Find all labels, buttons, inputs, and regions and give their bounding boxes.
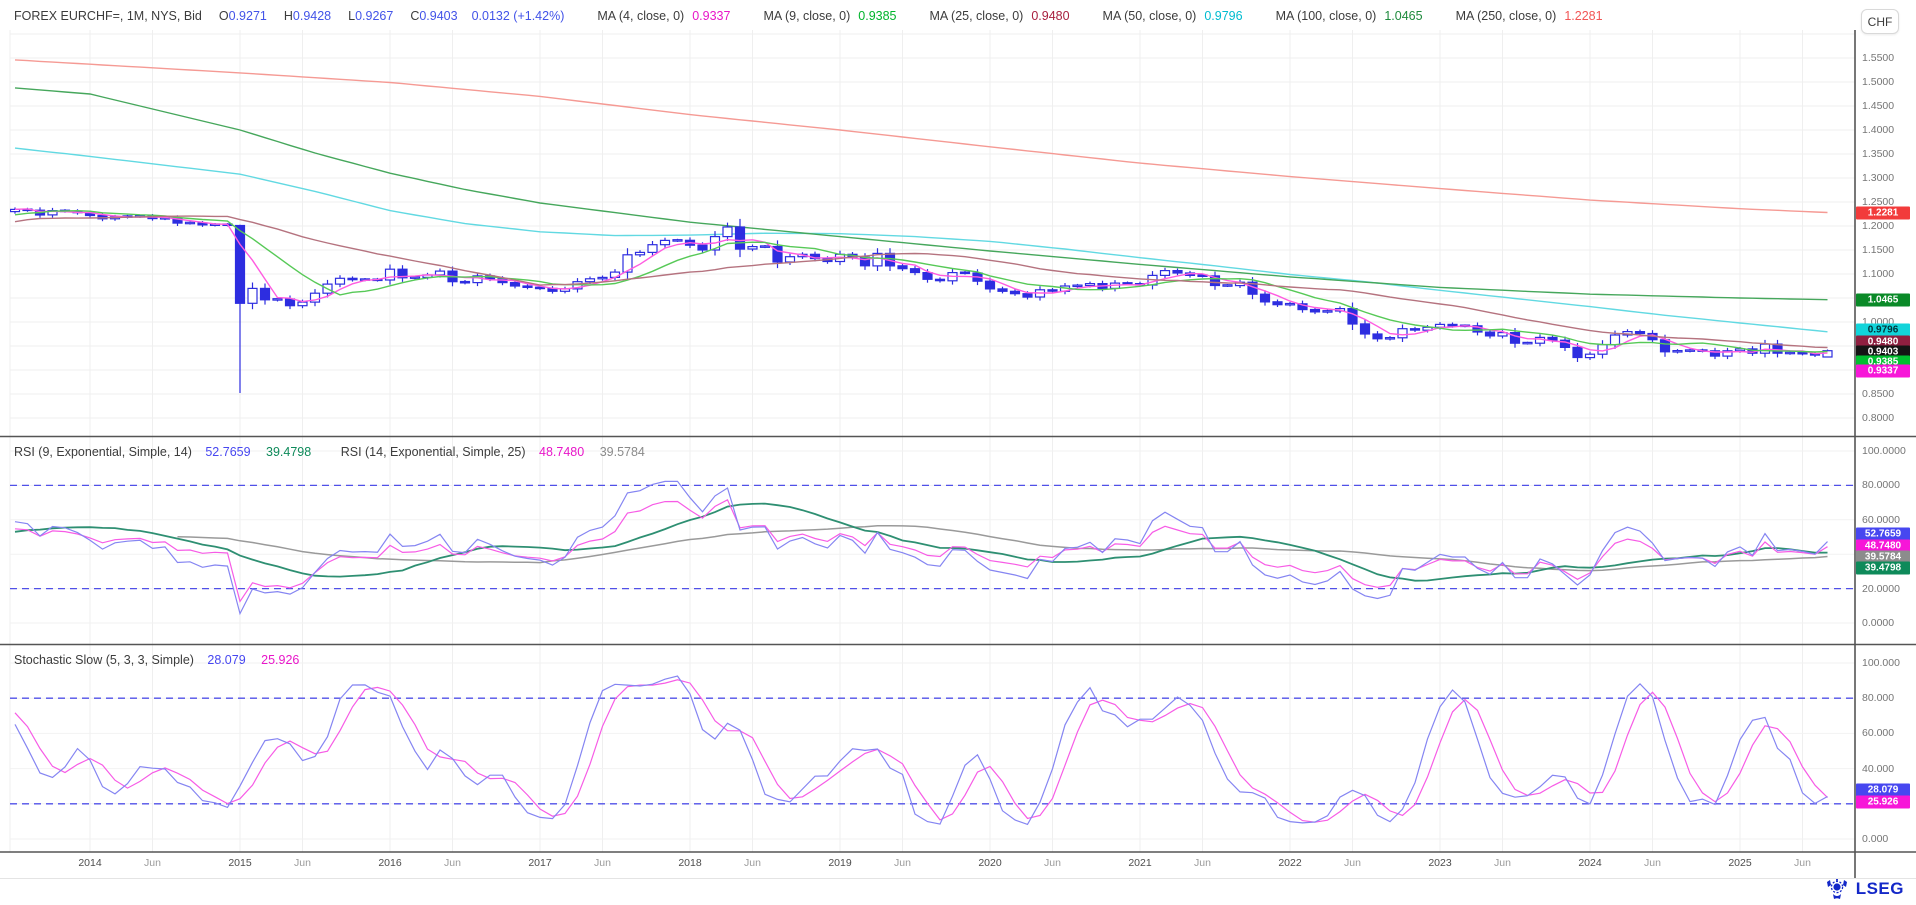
rsi-axis-label: 80.0000 [1862,479,1900,491]
time-axis-jun: Jun [594,857,611,869]
stoch-axis-label: 100.000 [1862,657,1900,669]
ma-legend-item: MA (50, close, 0) 0.9796 [1100,9,1243,23]
rsi-axis-label: 100.0000 [1862,445,1906,457]
price-axis-label: 1.4000 [1862,124,1894,136]
stoch-label: Stochastic Slow (5, 3, 3, Simple) [14,653,194,667]
price-badge: 1.2281 [1856,207,1910,220]
time-axis-jun: Jun [444,857,461,869]
ma-legend-value: 0.9385 [858,9,896,23]
time-axis-year: 2019 [828,857,851,869]
price-axis-label: 1.3000 [1862,172,1894,184]
rsi14-label: RSI (14, Exponential, Simple, 25) [341,445,526,459]
time-axis-year: 2017 [528,857,551,869]
time-axis-year: 2016 [378,857,401,869]
instrument-title: FOREX EURCHF=, 1M, NYS, Bid [14,9,202,23]
time-axis-jun: Jun [294,857,311,869]
ma-legend: MA (4, close, 0) 0.9337 MA (9, close, 0) 0.… [564,9,1602,23]
net-change: 0.0132 (+1.42%) [472,9,565,23]
rsi-panel-title: RSI (9, Exponential, Simple, 14) 52.7659… [14,445,657,459]
rsi14-ma-value: 39.5784 [600,445,645,459]
ma-legend-value: 1.0465 [1384,9,1422,23]
chart-header: FOREX EURCHF=, 1M, NYS, Bid O0.9271 H0.9… [14,7,1603,25]
price-axis-label: 1.5500 [1862,52,1894,64]
ma-legend-value: 0.9337 [692,9,730,23]
ma-legend-label: MA (50, close, 0) [1103,9,1197,23]
time-axis-year: 2015 [228,857,251,869]
time-axis-year: 2021 [1128,857,1151,869]
stoch-panel-title: Stochastic Slow (5, 3, 3, Simple) 28.079… [14,653,311,667]
rsi-axis-label: 0.0000 [1862,617,1894,629]
time-axis-year: 2022 [1278,857,1301,869]
chart-window: FOREX EURCHF=, 1M, NYS, Bid O0.9271 H0.9… [0,0,1916,905]
rsi-axis-label: 20.0000 [1862,583,1900,595]
time-axis-jun: Jun [1194,857,1211,869]
time-axis-jun: Jun [894,857,911,869]
price-axis-label: 1.1000 [1862,268,1894,280]
ohlc-open: O0.9271 [216,9,267,23]
ma-legend-label: MA (100, close, 0) [1276,9,1377,23]
stoch-axis-label: 60.000 [1862,727,1894,739]
price-badge: 1.0465 [1856,294,1910,307]
rsi-axis-label: 60.0000 [1862,514,1900,526]
ma-legend-item: MA (100, close, 0) 1.0465 [1273,9,1423,23]
price-axis-label: 1.1500 [1862,244,1894,256]
lseg-crest-icon [1824,878,1850,900]
ma-legend-label: MA (9, close, 0) [763,9,850,23]
price-axis-label: 1.2000 [1862,220,1894,232]
time-axis-year: 2023 [1428,857,1451,869]
time-axis-year: 2025 [1728,857,1751,869]
time-axis-jun: Jun [1044,857,1061,869]
ma-legend-value: 1.2281 [1564,9,1602,23]
rsi9-label: RSI (9, Exponential, Simple, 14) [14,445,192,459]
ohlc-high: H0.9428 [281,9,331,23]
rsi9-ma-value: 39.4798 [266,445,311,459]
stoch-k-value: 28.079 [207,653,245,667]
ohlc-low: L0.9267 [345,9,393,23]
time-axis-jun: Jun [1794,857,1811,869]
stoch-axis-label: 40.000 [1862,763,1894,775]
price-axis-label: 0.8500 [1862,388,1894,400]
time-axis-jun: Jun [1644,857,1661,869]
time-axis-year: 2018 [678,857,701,869]
currency-button[interactable]: CHF [1861,9,1899,34]
stoch-d-value: 25.926 [261,653,299,667]
time-axis-year: 2024 [1578,857,1601,869]
stoch-badge: 25.926 [1856,796,1910,809]
price-axis-label: 0.8000 [1862,412,1894,424]
ma-legend-label: MA (250, close, 0) [1456,9,1557,23]
lseg-logo-text: LSEG [1856,879,1904,899]
price-badge: 0.9337 [1856,365,1910,378]
price-axis-label: 1.5000 [1862,76,1894,88]
stoch-axis-label: 0.000 [1862,833,1888,845]
time-axis-jun: Jun [144,857,161,869]
price-axis-label: 1.3500 [1862,148,1894,160]
time-axis-jun: Jun [1494,857,1511,869]
ma-legend-label: MA (4, close, 0) [597,9,684,23]
ohlc-close: C0.9403 [407,9,457,23]
rsi-badge: 39.4798 [1856,562,1910,575]
ma-legend-label: MA (25, close, 0) [930,9,1024,23]
ma-legend-value: 0.9796 [1204,9,1242,23]
price-axis-label: 1.4500 [1862,100,1894,112]
ma-legend-item: MA (4, close, 0) 0.9337 [594,9,730,23]
rsi9-value: 52.7659 [205,445,250,459]
ma-legend-value: 0.9480 [1031,9,1069,23]
time-axis-jun: Jun [1344,857,1361,869]
time-axis-jun: Jun [744,857,761,869]
time-axis-year: 2020 [978,857,1001,869]
time-axis-year: 2014 [78,857,101,869]
stoch-axis-label: 80.000 [1862,692,1894,704]
lseg-logo: LSEG [1824,878,1904,900]
ma-legend-item: MA (9, close, 0) 0.9385 [760,9,896,23]
rsi14-value: 48.7480 [539,445,584,459]
ma-legend-item: MA (25, close, 0) 0.9480 [927,9,1070,23]
ma-legend-item: MA (250, close, 0) 1.2281 [1453,9,1603,23]
